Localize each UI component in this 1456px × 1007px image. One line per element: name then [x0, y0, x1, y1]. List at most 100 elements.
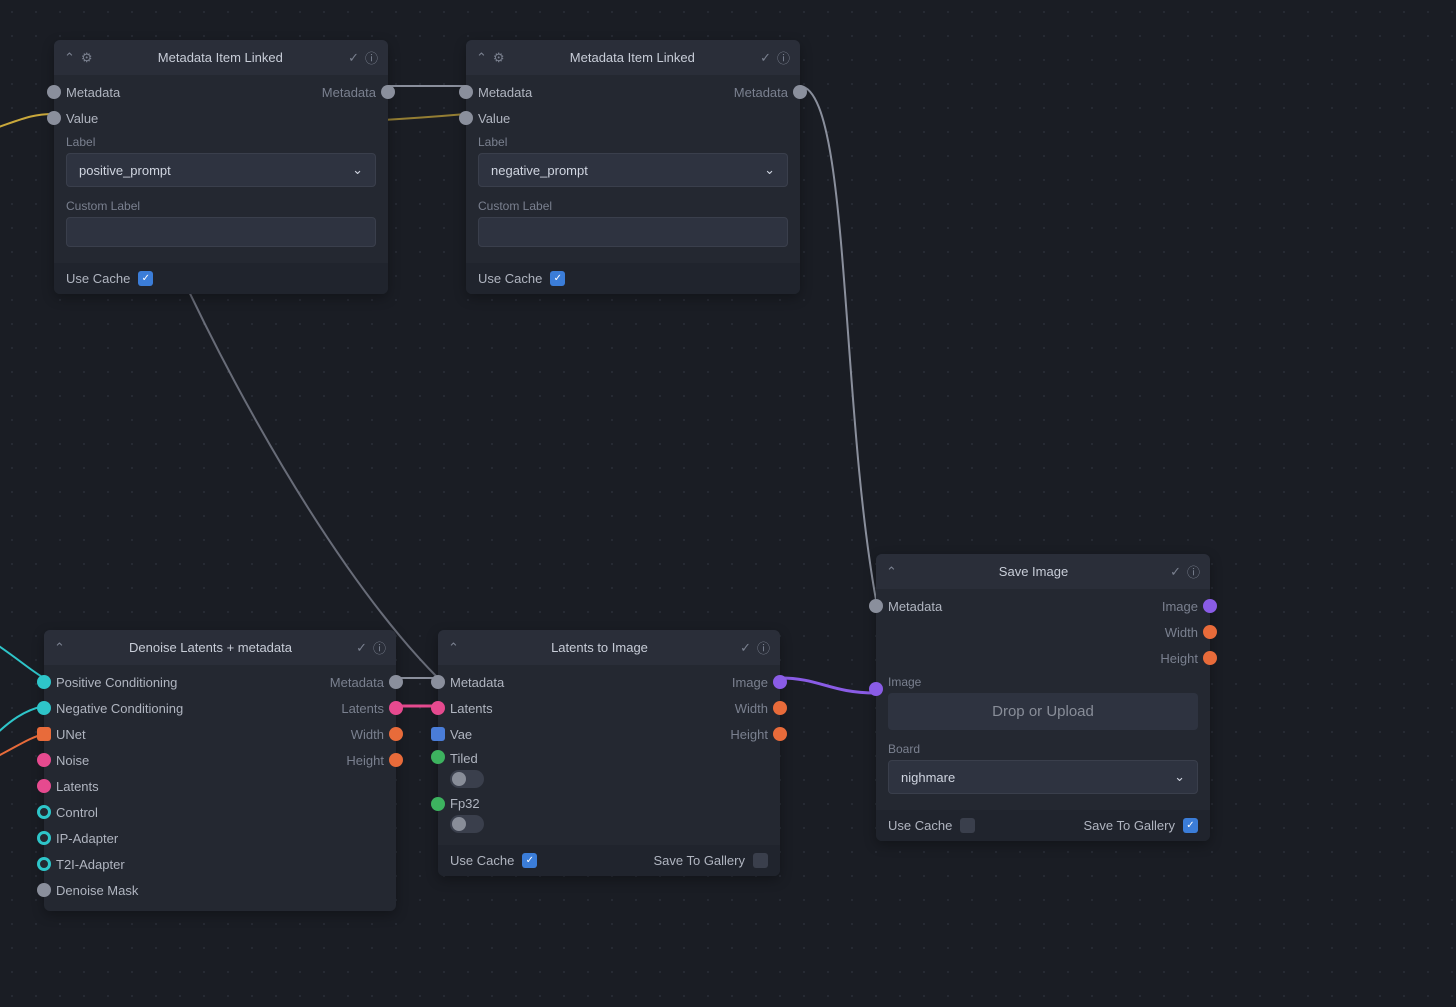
port-latents-out[interactable]: [389, 701, 403, 715]
port-width-out[interactable]: [773, 701, 787, 715]
port-t2i-adapter[interactable]: [37, 857, 51, 871]
port-label: Value: [478, 111, 510, 126]
gear-icon[interactable]: ⚙: [493, 50, 505, 66]
check-icon: ✓: [356, 640, 367, 656]
port-height-out[interactable]: [389, 753, 403, 767]
port-metadata-out[interactable]: [389, 675, 403, 689]
port-height-out[interactable]: [773, 727, 787, 741]
port-latents-in[interactable]: [431, 701, 445, 715]
port-metadata-in[interactable]: [47, 85, 61, 99]
port-metadata-in[interactable]: [869, 599, 883, 613]
use-cache-checkbox[interactable]: ✓: [522, 853, 537, 868]
field-label: Board: [888, 742, 1198, 756]
save-gallery-label: Save To Gallery: [653, 853, 745, 868]
use-cache-label: Use Cache: [478, 271, 542, 286]
select-value: nighmare: [901, 770, 955, 785]
info-icon[interactable]: ⓘ: [777, 48, 790, 67]
port-label: Metadata: [450, 675, 504, 690]
collapse-icon[interactable]: ⌃: [64, 50, 75, 66]
chevron-down-icon: ⌄: [352, 162, 363, 178]
node-header[interactable]: ⌃ Save Image ✓ ⓘ: [876, 554, 1210, 589]
port-image-out[interactable]: [1203, 599, 1217, 613]
port-metadata-in[interactable]: [459, 85, 473, 99]
use-cache-checkbox[interactable]: ✓: [138, 271, 153, 286]
port-fp32-in[interactable]: [431, 797, 445, 811]
port-width-out[interactable]: [1203, 625, 1217, 639]
save-gallery-label: Save To Gallery: [1083, 818, 1175, 833]
custom-label-input[interactable]: [478, 217, 788, 247]
check-icon: ✓: [348, 50, 359, 66]
port-label: Metadata: [888, 599, 942, 614]
port-noise[interactable]: [37, 753, 51, 767]
port-control[interactable]: [37, 805, 51, 819]
port-label: Metadata: [478, 85, 532, 100]
port-label: Image: [1162, 599, 1198, 614]
port-label: Latents: [56, 779, 99, 794]
use-cache-checkbox[interactable]: [960, 818, 975, 833]
port-label: Latents: [450, 701, 493, 716]
port-image-out[interactable]: [773, 675, 787, 689]
port-label: Metadata: [66, 85, 120, 100]
port-label: Height: [1160, 651, 1198, 666]
node-canvas[interactable]: ⌃ ⚙ Metadata Item Linked ✓ ⓘ Metadata Me…: [0, 0, 1456, 1007]
port-latents-in[interactable]: [37, 779, 51, 793]
node-metadata-item-linked-2[interactable]: ⌃ ⚙ Metadata Item Linked ✓ ⓘ Metadata Me…: [466, 40, 800, 294]
collapse-icon[interactable]: ⌃: [886, 564, 897, 580]
port-width-out[interactable]: [389, 727, 403, 741]
port-positive-conditioning[interactable]: [37, 675, 51, 689]
port-label: Vae: [450, 727, 472, 742]
image-dropzone[interactable]: Drop or Upload: [888, 693, 1198, 730]
info-icon[interactable]: ⓘ: [1187, 562, 1200, 581]
info-icon[interactable]: ⓘ: [373, 638, 386, 657]
label-select[interactable]: positive_prompt ⌄: [66, 153, 376, 187]
check-icon: ✓: [740, 640, 751, 656]
port-label: Metadata: [734, 85, 788, 100]
node-header[interactable]: ⌃ Denoise Latents + metadata ✓ ⓘ: [44, 630, 396, 665]
collapse-icon[interactable]: ⌃: [54, 640, 65, 656]
collapse-icon[interactable]: ⌃: [448, 640, 459, 656]
fp32-toggle[interactable]: [450, 815, 484, 833]
gear-icon[interactable]: ⚙: [81, 50, 93, 66]
node-save-image[interactable]: ⌃ Save Image ✓ ⓘ Metadata Image Width He…: [876, 554, 1210, 841]
save-gallery-checkbox[interactable]: ✓: [1183, 818, 1198, 833]
port-metadata-out[interactable]: [793, 85, 807, 99]
tiled-toggle[interactable]: [450, 770, 484, 788]
board-select[interactable]: nighmare ⌄: [888, 760, 1198, 794]
port-vae-in[interactable]: [431, 727, 445, 741]
port-label: Fp32: [450, 796, 768, 811]
chevron-down-icon: ⌄: [764, 162, 775, 178]
info-icon[interactable]: ⓘ: [757, 638, 770, 657]
node-header[interactable]: ⌃ ⚙ Metadata Item Linked ✓ ⓘ: [466, 40, 800, 75]
field-label: Label: [478, 135, 788, 149]
use-cache-checkbox[interactable]: ✓: [550, 271, 565, 286]
node-header[interactable]: ⌃ ⚙ Metadata Item Linked ✓ ⓘ: [54, 40, 388, 75]
check-icon: ✓: [1170, 564, 1181, 580]
node-denoise-latents[interactable]: ⌃ Denoise Latents + metadata ✓ ⓘ Positiv…: [44, 630, 396, 911]
node-title: Denoise Latents + metadata: [71, 640, 350, 655]
port-value-in[interactable]: [459, 111, 473, 125]
info-icon[interactable]: ⓘ: [365, 48, 378, 67]
label-select[interactable]: negative_prompt ⌄: [478, 153, 788, 187]
use-cache-label: Use Cache: [450, 853, 514, 868]
collapse-icon[interactable]: ⌃: [476, 50, 487, 66]
node-title: Save Image: [903, 564, 1164, 579]
port-unet[interactable]: [37, 727, 51, 741]
port-denoise-mask[interactable]: [37, 883, 51, 897]
port-value-in[interactable]: [47, 111, 61, 125]
port-label: Tiled: [450, 751, 768, 766]
port-metadata-in[interactable]: [431, 675, 445, 689]
port-metadata-out[interactable]: [381, 85, 395, 99]
field-label: Image: [888, 675, 1198, 689]
port-label: Noise: [56, 753, 89, 768]
node-latents-to-image[interactable]: ⌃ Latents to Image ✓ ⓘ Metadata Image La…: [438, 630, 780, 876]
chevron-down-icon: ⌄: [1174, 769, 1185, 785]
node-metadata-item-linked-1[interactable]: ⌃ ⚙ Metadata Item Linked ✓ ⓘ Metadata Me…: [54, 40, 388, 294]
port-height-out[interactable]: [1203, 651, 1217, 665]
custom-label-input[interactable]: [66, 217, 376, 247]
node-header[interactable]: ⌃ Latents to Image ✓ ⓘ: [438, 630, 780, 665]
port-tiled-in[interactable]: [431, 750, 445, 764]
port-ip-adapter[interactable]: [37, 831, 51, 845]
port-negative-conditioning[interactable]: [37, 701, 51, 715]
port-image-in[interactable]: [869, 682, 883, 696]
save-gallery-checkbox[interactable]: [753, 853, 768, 868]
